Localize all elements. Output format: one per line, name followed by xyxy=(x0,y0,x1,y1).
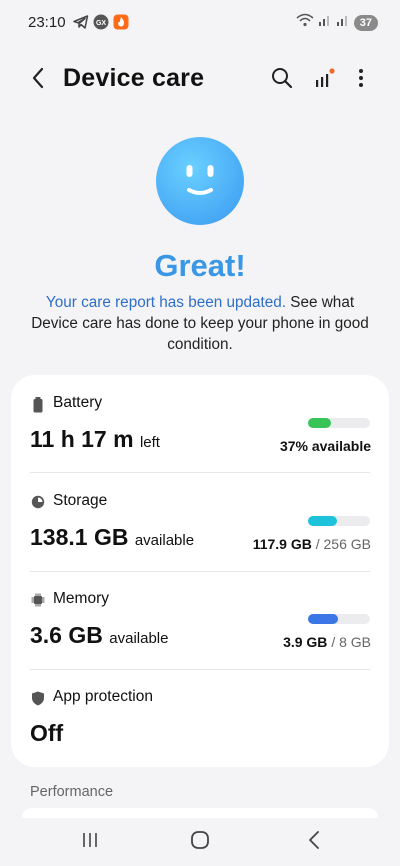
back-nav-button[interactable] xyxy=(296,828,332,856)
telegram-icon xyxy=(73,15,89,34)
battery-level-fill xyxy=(308,418,331,428)
memory-row[interactable]: Memory 3.6 GB available 3.9 GB / 8 GB xyxy=(11,571,389,669)
performance-card[interactable] xyxy=(22,808,378,818)
recents-icon xyxy=(81,831,99,854)
battery-value: 11 h 17 m left xyxy=(30,426,160,452)
smiley-face-icon xyxy=(156,137,244,225)
status-time: 23:10 xyxy=(28,14,66,31)
app-protection-label: App protection xyxy=(53,688,153,705)
home-button[interactable] xyxy=(182,828,218,856)
signal-icon xyxy=(318,13,332,32)
navigation-bar xyxy=(0,818,400,866)
memory-usage-bar xyxy=(308,614,370,624)
shield-icon xyxy=(31,691,45,706)
search-icon xyxy=(271,67,293,94)
care-report-link[interactable]: Your care report has been updated. xyxy=(46,294,286,311)
performance-section-header: Performance xyxy=(30,784,114,800)
battery-row[interactable]: Battery 11 h 17 m left 37% available xyxy=(11,375,389,473)
battery-icon xyxy=(31,397,45,413)
care-description: Your care report has been updated. See w… xyxy=(30,292,370,355)
app-header: Device care xyxy=(0,56,400,104)
more-options-button[interactable] xyxy=(349,66,373,94)
app-protection-row[interactable]: App protection Off xyxy=(11,669,389,767)
storage-usage: 117.9 GB / 256 GB xyxy=(252,536,371,552)
diagnostics-icon xyxy=(313,67,335,94)
device-status-card: Battery 11 h 17 m left 37% available Sto… xyxy=(11,375,389,767)
gx-icon: GX xyxy=(93,14,109,35)
storage-usage-fill xyxy=(308,516,337,526)
status-right-icons: 37 xyxy=(296,13,378,32)
signal-icon xyxy=(336,13,350,32)
battery-label: Battery xyxy=(53,394,103,411)
memory-label: Memory xyxy=(53,590,109,607)
memory-value: 3.6 GB available xyxy=(30,622,169,648)
storage-icon xyxy=(31,495,45,509)
svg-text:GX: GX xyxy=(96,20,106,27)
memory-usage-fill xyxy=(308,614,339,624)
page-title: Device care xyxy=(63,64,205,92)
memory-usage: 3.9 GB / 8 GB xyxy=(283,634,371,650)
notification-icons: GX xyxy=(73,14,129,35)
search-button[interactable] xyxy=(268,66,296,94)
recents-button[interactable] xyxy=(72,828,108,856)
home-icon xyxy=(190,830,210,855)
storage-label: Storage xyxy=(53,492,108,509)
memory-chip-icon xyxy=(31,593,45,607)
storage-value: 138.1 GB available xyxy=(30,524,195,550)
battery-indicator: 37 xyxy=(353,14,378,31)
back-button[interactable] xyxy=(24,66,52,94)
storage-usage-bar xyxy=(308,516,370,526)
storage-row[interactable]: Storage 138.1 GB available 117.9 GB / 25… xyxy=(11,473,389,571)
care-status: Great! xyxy=(154,248,246,283)
status-bar: 23:10 GX 37 xyxy=(0,0,400,44)
app-protection-value: Off xyxy=(30,720,64,746)
diagnostics-button[interactable] xyxy=(310,66,338,94)
wifi-icon xyxy=(296,13,314,32)
battery-level-bar xyxy=(308,418,370,428)
app-icon xyxy=(113,14,129,35)
back-icon xyxy=(31,67,45,94)
battery-available: 37% available xyxy=(279,438,371,454)
more-icon xyxy=(358,68,364,93)
back-nav-icon xyxy=(307,830,321,855)
